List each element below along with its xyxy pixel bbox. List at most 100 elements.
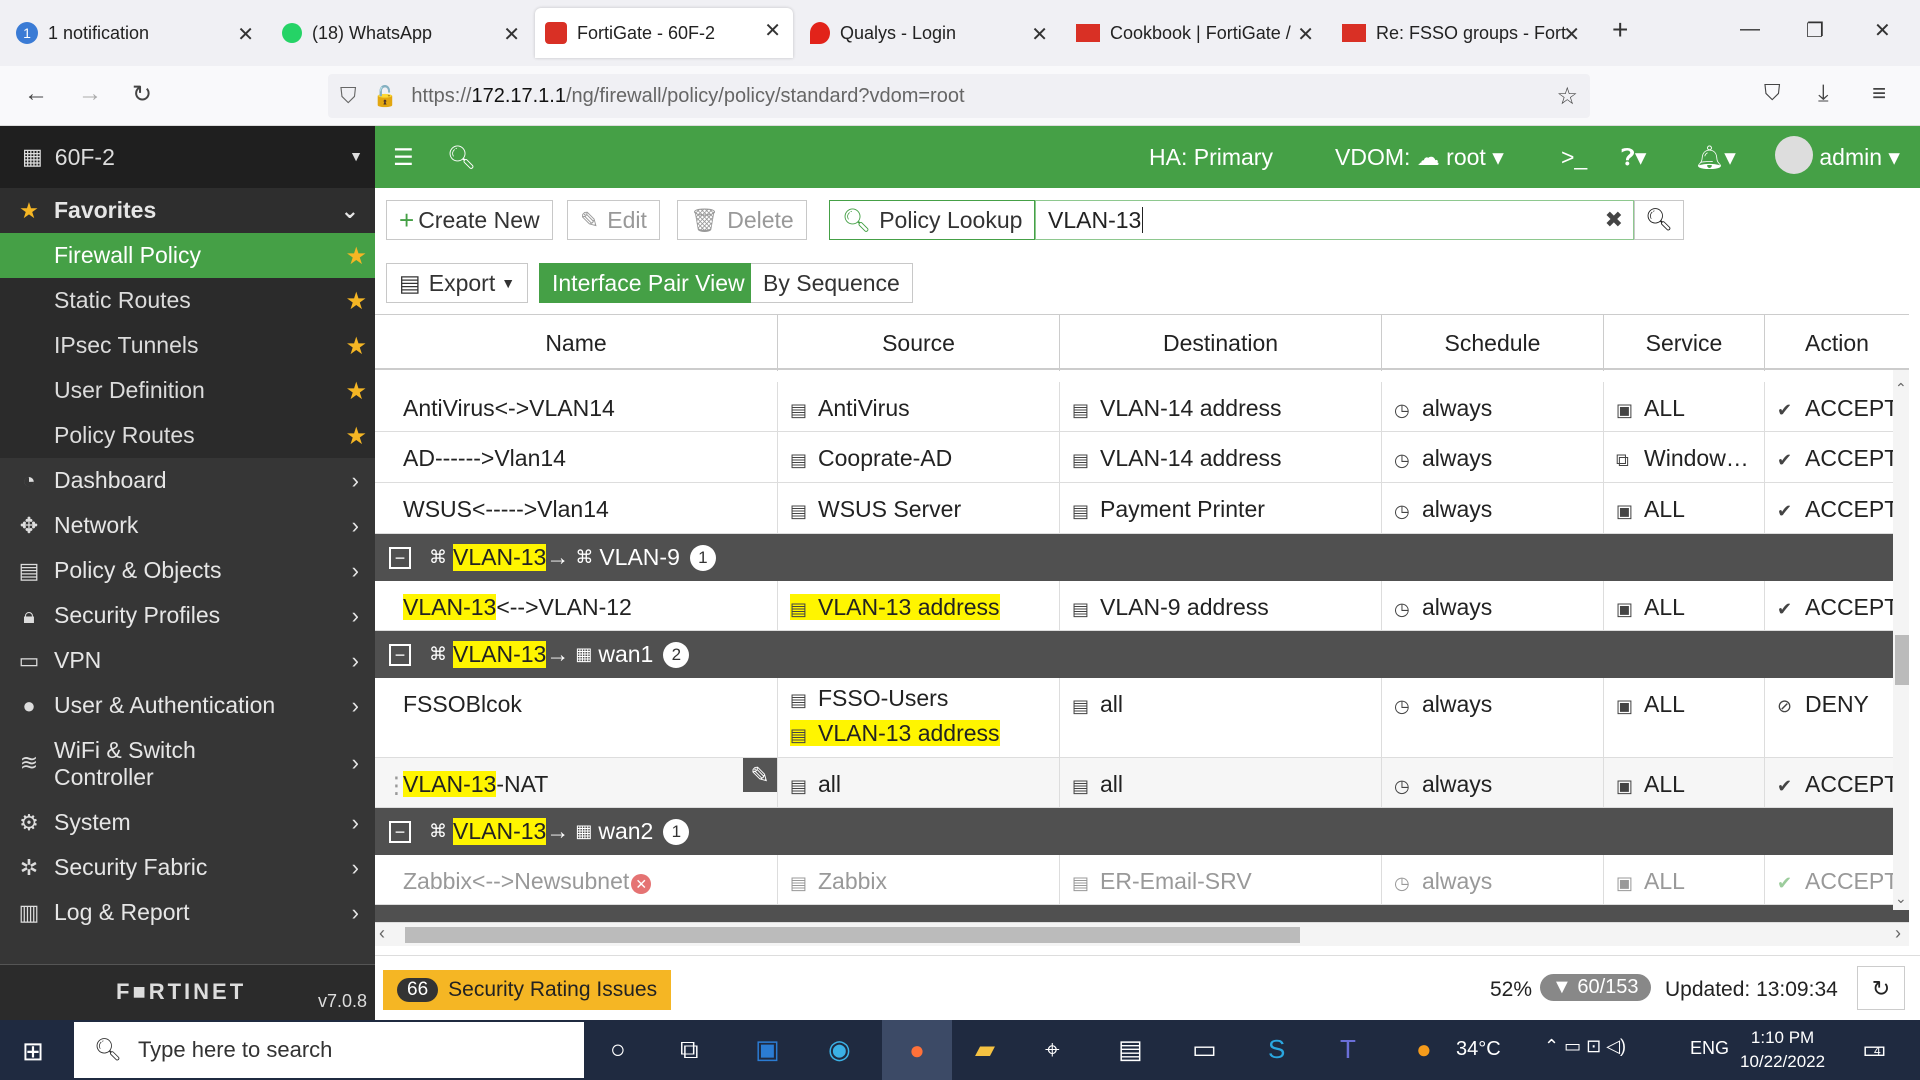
collapse-icon[interactable]: − (389, 546, 411, 569)
browser-tab[interactable]: Cookbook | FortiGate / ✕ (1066, 12, 1326, 54)
browser-tab-active[interactable]: FortiGate - 60F-2 ✕ (535, 8, 793, 58)
star-icon[interactable]: ★ (345, 422, 367, 451)
search-icon[interactable]: 🔍︎ (447, 144, 476, 171)
user-menu[interactable]: admin ▾ (1775, 136, 1900, 174)
interface-pair-group[interactable]: − ⌘ VLAN-13 → ⌘ VLAN-9 1 (375, 534, 1909, 581)
device-selector[interactable]: ▦ 60F-2 ▼ (0, 126, 375, 188)
windows-start-icon[interactable]: ⊞ (22, 1036, 44, 1067)
firefox-icon[interactable]: ● (882, 1020, 952, 1080)
column-header-source[interactable]: Source (778, 315, 1060, 371)
sidebar-item-dashboard[interactable]: ◔ Dashboard › (0, 458, 375, 503)
drag-handle-icon[interactable]: ⋮ (385, 772, 408, 799)
star-icon[interactable]: ★ (345, 377, 367, 406)
browser-tab[interactable]: Re: FSSO groups - Fort ✕ (1332, 12, 1592, 54)
collapse-icon[interactable]: − (389, 643, 411, 666)
monitor-app-icon[interactable]: ▤ (1118, 1034, 1143, 1065)
sidebar-item-firewall-policy[interactable]: Firewall Policy ★ (0, 233, 375, 278)
close-tab-icon[interactable]: ✕ (1297, 22, 1314, 47)
cortana-icon[interactable]: ○ (610, 1034, 626, 1065)
browser-tab[interactable]: Qualys - Login ✕ (800, 12, 1060, 54)
sidebar-item-system[interactable]: ⚙ System › (0, 800, 375, 845)
create-new-button[interactable]: + Create New (386, 200, 553, 240)
new-tab-button[interactable]: + (1612, 14, 1628, 46)
table-row[interactable]: AD------>Vlan14 ▤ Cooprate-AD ▤ VLAN-14 ad… (375, 432, 1909, 483)
tray-icons[interactable]: ⌃ ▭ ⊡ ◁) (1544, 1036, 1626, 1057)
hamburger-icon[interactable]: ☰ (393, 144, 414, 171)
help-icon[interactable]: ❓︎▾ (1621, 144, 1646, 171)
remote-desktop-icon[interactable]: ▭ (1192, 1034, 1217, 1065)
horizontal-scrollbar[interactable]: ‹ › (375, 922, 1909, 946)
star-icon[interactable]: ★ (345, 242, 367, 271)
sidebar-item-policy-objects[interactable]: ▤ Policy & Objects › (0, 548, 375, 593)
browser-tab[interactable]: 1 1 notification ✕ (6, 12, 266, 54)
forward-icon[interactable]: → (78, 80, 102, 108)
table-row[interactable]: FSSOBlcok ▤ FSSO-Users ▤ VLAN-13 address ▤… (375, 678, 1909, 758)
column-header-service[interactable]: Service (1604, 315, 1765, 371)
bookmark-star-icon[interactable]: ☆ (1556, 82, 1578, 111)
interface-pair-group[interactable]: − ⌘ VLAN-13 → ▦ wan1 2 (375, 631, 1909, 678)
by-sequence-button[interactable]: By Sequence (751, 263, 913, 303)
sidebar-item-ipsec-tunnels[interactable]: IPsec Tunnels ★ (0, 323, 375, 368)
restore-icon[interactable]: ❐ (1806, 18, 1824, 43)
close-tab-icon[interactable]: ✕ (503, 22, 520, 47)
sidebar-item-log-report[interactable]: ▥ Log & Report › (0, 890, 375, 935)
sidebar-item-security-fabric[interactable]: ✲ Security Fabric › (0, 845, 375, 890)
close-tab-icon[interactable]: ✕ (1563, 22, 1580, 47)
interface-pair-group[interactable]: − ⌘ VLAN-13 → ▦ wan2 1 (375, 808, 1909, 855)
reload-icon[interactable]: ↻ (132, 80, 152, 109)
skype-icon[interactable]: S (1268, 1034, 1285, 1065)
edge-icon[interactable]: ◉ (828, 1034, 851, 1065)
teams-icon[interactable]: T (1340, 1034, 1356, 1065)
notification-center-icon[interactable]: ▭ 4 (1862, 1034, 1887, 1065)
outlook-icon[interactable]: ▣ (755, 1034, 780, 1065)
sidebar-item-security-profiles[interactable]: 🔒︎ Security Profiles › (0, 593, 375, 638)
security-rating-badge[interactable]: 66 Security Rating Issues (383, 970, 672, 1010)
sidebar-favorites[interactable]: ★ Favorites ⌄ (0, 188, 375, 233)
scroll-thumb[interactable] (405, 927, 1300, 943)
table-row[interactable]: AntiVirus<->VLAN14 ▤ AntiVirus ▤ VLAN-14 a… (375, 382, 1909, 432)
sidebar-item-policy-routes[interactable]: Policy Routes ★ (0, 413, 375, 458)
task-view-icon[interactable]: ⧉ (680, 1034, 699, 1066)
column-header-name[interactable]: Name (375, 315, 778, 371)
interface-pair-group[interactable] (375, 905, 1909, 922)
network-app-icon[interactable]: ⌖ (1045, 1034, 1060, 1066)
column-header-destination[interactable]: Destination (1060, 315, 1382, 371)
collapse-icon[interactable]: − (389, 820, 411, 843)
edit-pencil-icon[interactable]: ✎ (743, 758, 777, 792)
file-explorer-icon[interactable]: ▰ (975, 1034, 995, 1065)
menu-icon[interactable]: ≡ (1872, 80, 1886, 108)
edit-button[interactable]: ✎ Edit (567, 200, 660, 240)
close-tab-icon[interactable]: ✕ (237, 22, 254, 47)
sidebar-item-static-routes[interactable]: Static Routes ★ (0, 278, 375, 323)
vertical-scrollbar[interactable]: ⌃ ⌄ (1893, 370, 1909, 910)
sidebar-item-vpn[interactable]: ▭ VPN › (0, 638, 375, 683)
sidebar-item-user-definition[interactable]: User Definition ★ (0, 368, 375, 413)
interface-pair-view-button[interactable]: Interface Pair View (539, 263, 758, 303)
delete-button[interactable]: 🗑︎ Delete (677, 200, 807, 240)
policy-lookup-button[interactable]: 🔍︎ Policy Lookup (829, 200, 1036, 240)
download-icon[interactable]: ⤓ (1818, 80, 1829, 108)
minimize-icon[interactable]: — (1740, 18, 1760, 41)
refresh-button[interactable]: ↻ (1857, 966, 1905, 1010)
back-icon[interactable]: ← (24, 80, 48, 108)
url-bar[interactable]: ⛉ 🔓 https://172.17.1.1/ng/firewall/polic… (328, 74, 1590, 118)
pocket-icon[interactable]: ⛉ (1764, 80, 1781, 106)
export-button[interactable]: ▤ Export ▼ (386, 263, 529, 303)
clear-icon[interactable]: ✖ (1605, 207, 1623, 233)
sidebar-item-wifi-switch[interactable]: ≋ WiFi & Switch Controller › (0, 728, 375, 800)
scroll-thumb[interactable] (1895, 635, 1909, 685)
table-row[interactable]: VLAN-13<-->VLAN-12 ▤ VLAN-13 address ▤ VLA… (375, 581, 1909, 631)
table-row[interactable]: ⋮ VLAN-13-NAT ✎ ▤ all ▤ all ◷ always ▣ ALL ✔… (375, 758, 1909, 808)
close-tab-icon[interactable]: ✕ (764, 18, 781, 43)
taskbar-search[interactable]: 🔍︎ Type here to search (74, 1022, 584, 1078)
column-header-schedule[interactable]: Schedule (1382, 315, 1604, 371)
search-button[interactable]: 🔍︎ (1634, 200, 1684, 240)
close-window-icon[interactable]: ✕ (1874, 18, 1891, 43)
browser-tab[interactable]: (18) WhatsApp ✕ (272, 12, 532, 54)
table-row[interactable]: Zabbix<-->Newsubnet ✕ ▤ Zabbix ▤ ER-Email-S… (375, 855, 1909, 905)
sidebar-item-user-authentication[interactable]: ● User & Authentication › (0, 683, 375, 728)
language-label[interactable]: ENG (1690, 1038, 1729, 1059)
vdom-selector[interactable]: VDOM: ☁ root ▾ (1335, 144, 1504, 171)
cli-icon[interactable]: >_ (1561, 144, 1587, 171)
close-tab-icon[interactable]: ✕ (1031, 22, 1048, 47)
